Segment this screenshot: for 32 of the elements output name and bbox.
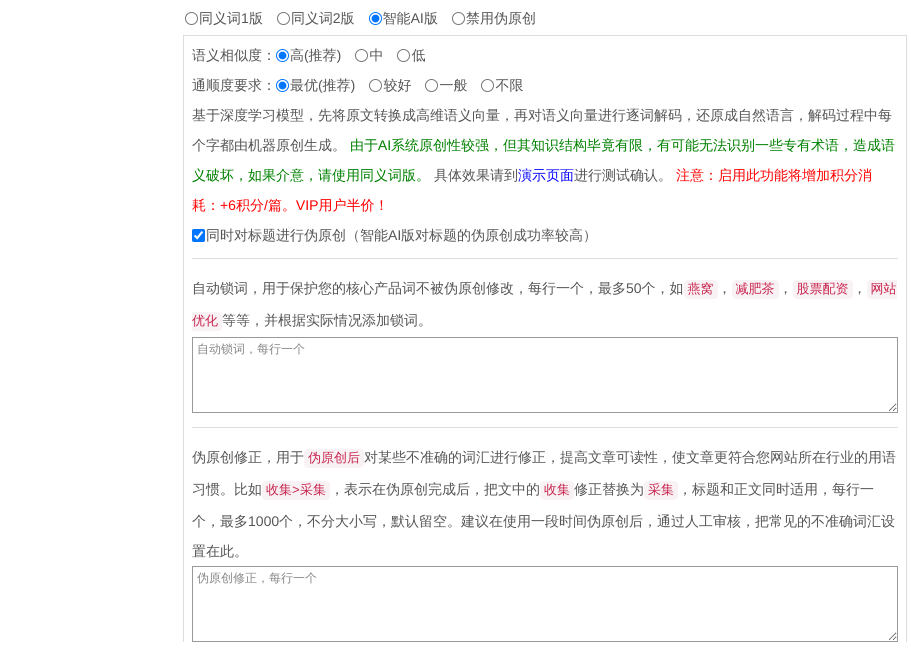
text-area[interactable]: 伪原创修正，每行一个 xyxy=(192,566,898,642)
option-label[interactable]: 最优(推荐) xyxy=(290,70,356,100)
radio-button[interactable] xyxy=(369,78,382,92)
setting-label: 通顺度要求： xyxy=(192,76,276,95)
radio-button[interactable] xyxy=(276,48,289,62)
option-label[interactable]: 禁用伪原创 xyxy=(466,8,536,29)
radio-button[interactable] xyxy=(276,12,290,25)
option-label[interactable]: 低 xyxy=(411,40,426,70)
text-area[interactable]: 自动锁词，每行一个 xyxy=(192,337,898,413)
description-text: 自动锁词，用于保护您的核心产品词不被伪原创修改，每行一个，最多50个，如 燕窝 ， 减肥茶 ， 股票配资 ， 网站优化 等等，并根据实际情况添加锁词。 xyxy=(192,279,898,333)
setting-label: 语义相似度： xyxy=(192,46,276,65)
radio-button[interactable] xyxy=(185,12,198,25)
option-label[interactable]: 一般 xyxy=(439,70,468,100)
option-label[interactable]: 智能AI版 xyxy=(382,8,438,29)
option-label[interactable]: 高(推荐) xyxy=(290,40,342,70)
radio-button[interactable] xyxy=(276,78,289,92)
radio-button[interactable] xyxy=(397,48,410,62)
radio-button[interactable] xyxy=(355,48,368,62)
option-label[interactable]: 同义词1版 xyxy=(199,8,263,29)
demo-page-link[interactable]: 演示页面 xyxy=(518,167,574,183)
option-label[interactable]: 不限 xyxy=(495,70,524,100)
description-text: 伪原创修正，用于 伪原创后 对某些不准确的词汇进行修正，提高文章可读性，使文章更符合您网站所在行业的用语习惯。比如 收集>采集 ，表示在伪原创完成后，把文中的 收集 修正替换为 采集 ，标题和正文同时适用，每行一个，最多1000个，不分大小写，默认留空。建议在使用一段时间伪原创后，通过人工审核，把常见的不准确词汇设置在此。 xyxy=(192,448,897,561)
description-text: 基于深度学习模型，先将原文转换成高维语义向量，再对语义向量进行逐词解码，还原成自然语言，解码过程中每个字都由机器原创生成。 由于AI系统原创性较强，但其知识结构毕竟有限，有可能无法识别一些专有术语，造成语义破坏，如果介意，请使用同义词版。 具体效果请到演示页面进行测试确认。 注意：启用此功能将增加积分消耗：+6积分/篇。VIP用户半价！ xyxy=(192,106,896,215)
checkbox[interactable] xyxy=(192,228,205,242)
radio-button[interactable] xyxy=(481,78,494,92)
radio-button[interactable] xyxy=(452,12,465,25)
option-label[interactable]: 较好 xyxy=(383,70,412,100)
option-label[interactable]: 中 xyxy=(369,40,384,70)
checkbox-label[interactable]: 同时对标题进行伪原创（智能AI版对标题的伪原创成功率较高） xyxy=(206,220,598,250)
option-label[interactable]: 同义词2版 xyxy=(290,8,355,29)
radio-button[interactable] xyxy=(425,78,438,92)
radio-button[interactable] xyxy=(368,12,382,25)
